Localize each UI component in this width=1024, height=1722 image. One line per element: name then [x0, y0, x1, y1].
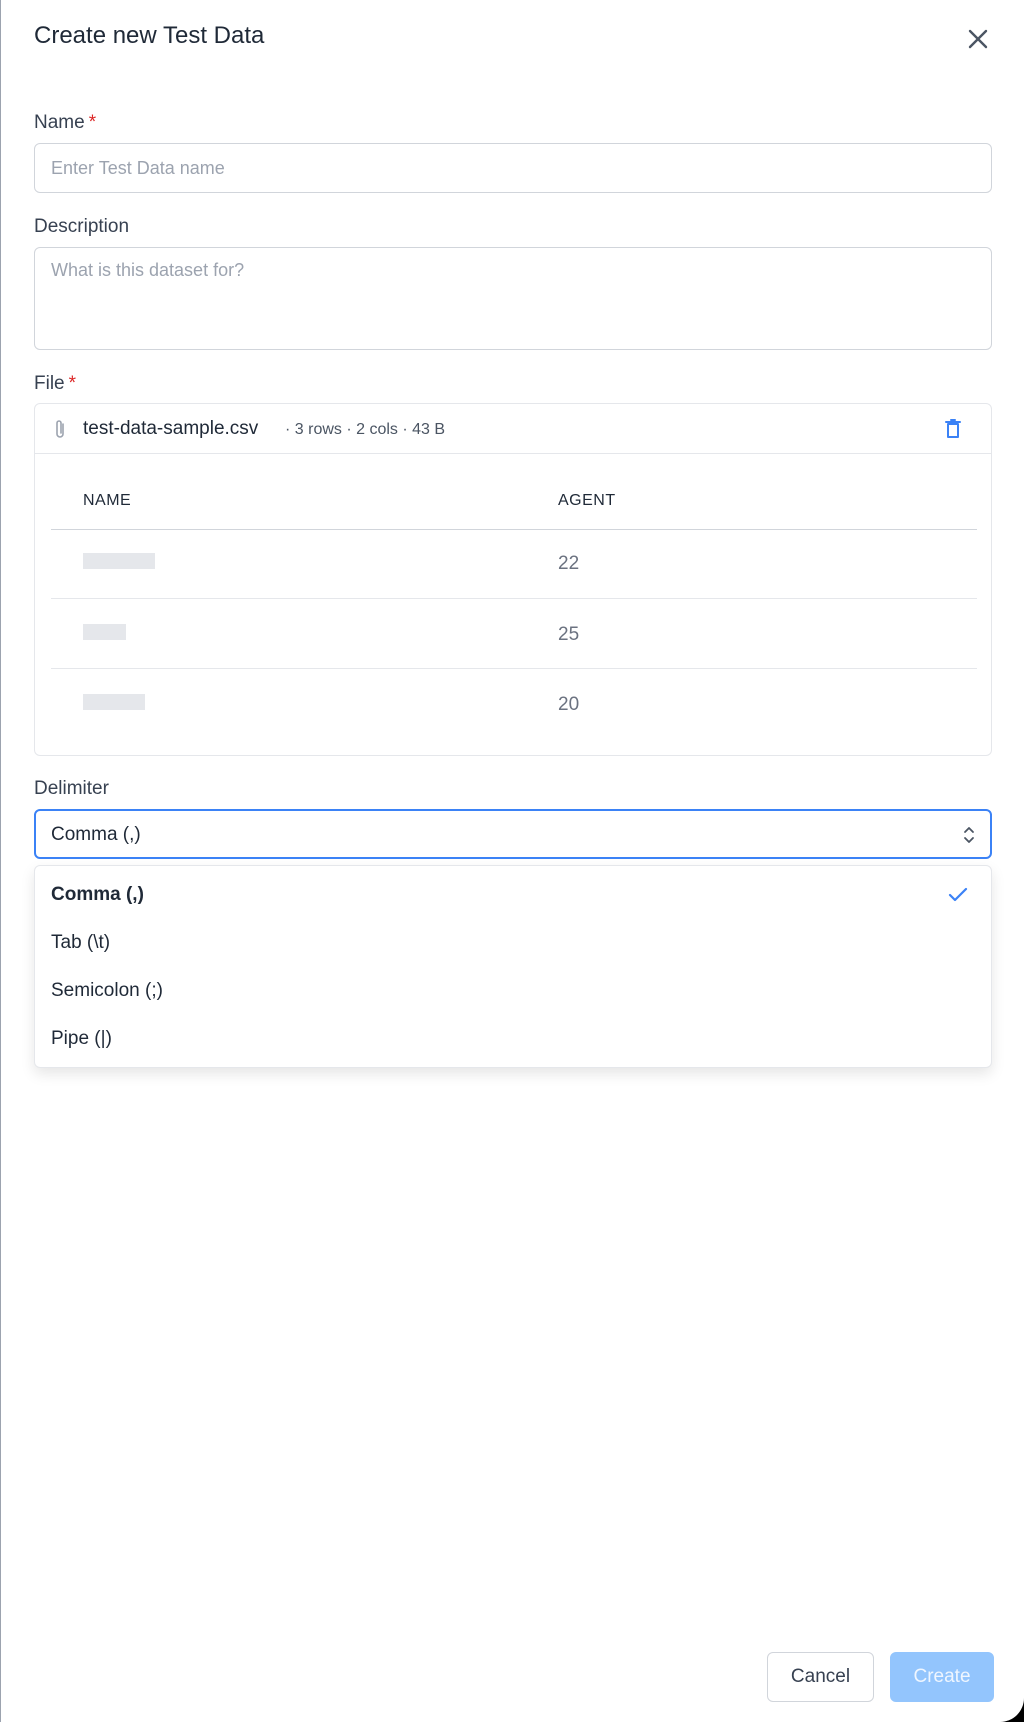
divider [51, 668, 977, 669]
delimiter-option-semicolon[interactable]: Semicolon (;) [35, 967, 991, 1015]
file-meta: · 3 rows · 2 cols · 43 B [285, 421, 446, 438]
delimiter-options-menu: Comma (,) Tab (\t) Semicolon (;) Pipe (|… [34, 865, 992, 1068]
file-preview: test-data-sample.csv · 3 rows · 2 cols ·… [34, 403, 992, 756]
delimiter-selected-value: Comma (,) [51, 824, 141, 845]
paperclip-icon [56, 420, 64, 438]
dialog-title: Create new Test Data [34, 22, 265, 49]
divider [51, 598, 977, 599]
redacted-name-cell [83, 624, 126, 640]
column-header-agent: AGENT [558, 492, 616, 509]
table-cell-agent: 22 [558, 553, 580, 574]
delimiter-option-tab[interactable]: Tab (\t) [35, 919, 991, 967]
name-input[interactable] [34, 143, 992, 193]
table-cell-agent: 20 [558, 694, 580, 715]
name-label: Name * [34, 112, 97, 133]
file-name: test-data-sample.csv [83, 418, 259, 439]
close-icon[interactable] [963, 24, 993, 54]
window-left-edge [0, 0, 1, 1722]
redacted-name-cell [83, 694, 145, 710]
check-icon [948, 887, 968, 902]
delimiter-label: Delimiter [34, 778, 109, 799]
cancel-button[interactable]: Cancel [767, 1652, 874, 1702]
required-mark: * [68, 373, 77, 394]
delimiter-option-pipe[interactable]: Pipe (|) [35, 1015, 991, 1063]
description-label: Description [34, 216, 130, 237]
table-cell-agent: 25 [558, 624, 580, 645]
file-header: test-data-sample.csv · 3 rows · 2 cols ·… [35, 404, 991, 454]
redacted-name-cell [83, 553, 155, 569]
file-label: File * [34, 373, 77, 394]
trash-icon[interactable] [945, 419, 961, 439]
required-mark: * [88, 112, 97, 133]
chevron-up-down-icon [964, 827, 974, 843]
create-button[interactable]: Create [890, 1652, 994, 1702]
delimiter-select[interactable]: Comma (,) [34, 809, 992, 859]
column-header-name: NAME [83, 492, 132, 509]
divider [51, 529, 977, 530]
description-textarea[interactable] [34, 247, 992, 350]
delimiter-option-comma[interactable]: Comma (,) [35, 871, 991, 919]
